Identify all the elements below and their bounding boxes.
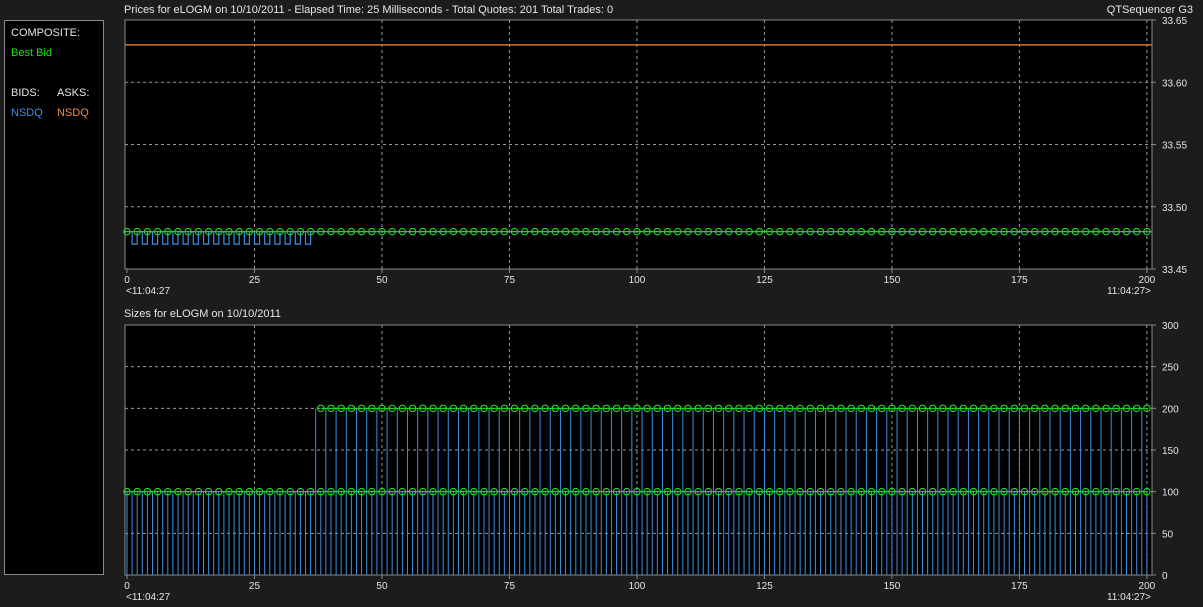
prices-xtick-label: 175 xyxy=(1011,275,1028,286)
sizes-xtick-label: 150 xyxy=(884,581,901,592)
sizes-xtick-label: 175 xyxy=(1011,581,1028,592)
sizes-ytick-label: 300 xyxy=(1162,321,1179,332)
prices-ytick-label: 33.50 xyxy=(1162,203,1187,214)
sizes-xtick-label: 25 xyxy=(249,581,261,592)
sizes-ytick-label: 50 xyxy=(1162,529,1174,540)
sizes-xtick-label: 0 xyxy=(124,581,130,592)
sizes-xtick-label: 100 xyxy=(629,581,646,592)
prices-xtick-label: 100 xyxy=(629,275,646,286)
sizes-ytick-label: 200 xyxy=(1162,404,1179,415)
prices-xtick-label: 50 xyxy=(376,275,388,286)
prices-xtick-label: 75 xyxy=(504,275,516,286)
sizes-xtick-label: 50 xyxy=(376,581,388,592)
sizes-start-time: <11:04:27 xyxy=(126,592,170,603)
sizes-ytick-label: 150 xyxy=(1162,446,1179,457)
prices-end-time: 11:04:27> xyxy=(1107,286,1151,297)
prices-ytick-label: 33.65 xyxy=(1162,16,1187,27)
prices-xtick-label: 200 xyxy=(1139,275,1156,286)
sizes-ytick-label: 0 xyxy=(1162,571,1168,582)
prices-xtick-label: 125 xyxy=(756,275,773,286)
prices-xtick-label: 0 xyxy=(124,275,130,286)
prices-ytick-label: 33.45 xyxy=(1162,265,1187,276)
sizes-ytick-label: 250 xyxy=(1162,363,1179,374)
prices-start-time: <11:04:27 xyxy=(126,286,170,297)
prices-xtick-label: 150 xyxy=(884,275,901,286)
prices-ytick-label: 33.55 xyxy=(1162,141,1187,152)
sizes-xtick-label: 125 xyxy=(756,581,773,592)
sizes-end-time: 11:04:27> xyxy=(1107,592,1151,603)
sizes-ytick-label: 100 xyxy=(1162,488,1179,499)
sizes-xtick-label: 200 xyxy=(1139,581,1156,592)
prices-xtick-label: 25 xyxy=(249,275,261,286)
charts-canvas: 0 25 50 75 100 125 150 175 200 33.45 33.50 33.55 33.… xyxy=(123,16,1187,603)
prices-ytick-label: 33.60 xyxy=(1162,78,1187,89)
sizes-xtick-label: 75 xyxy=(504,581,516,592)
